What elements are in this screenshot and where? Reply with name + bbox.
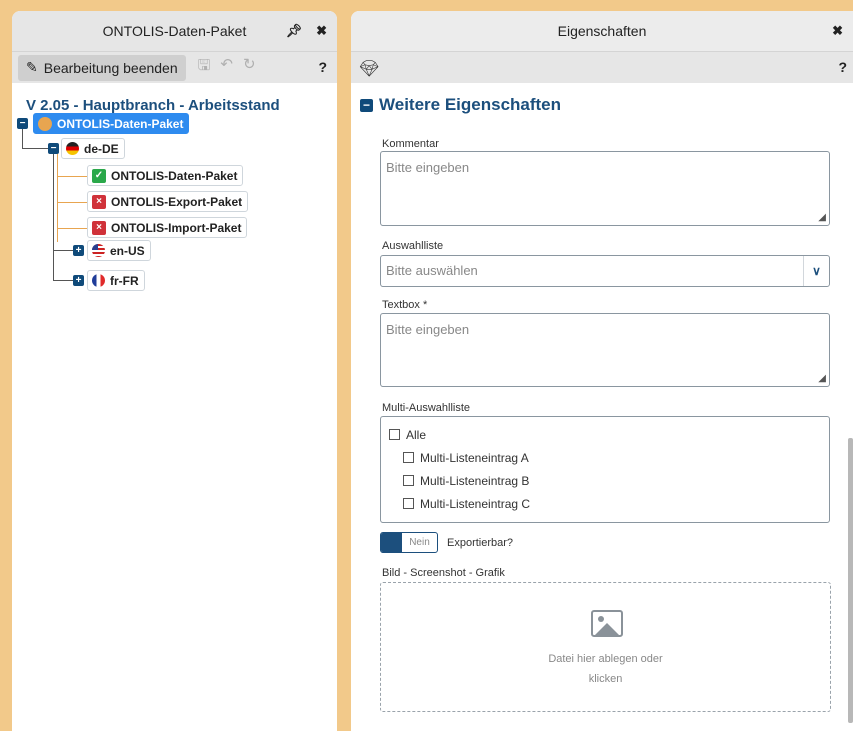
multi-option-c[interactable]: Multi-Listeneintrag C xyxy=(389,492,821,515)
resize-handle-icon[interactable]: ◢ xyxy=(818,373,826,384)
chevron-down-icon[interactable]: ∨ xyxy=(803,256,829,286)
checkbox[interactable] xyxy=(403,475,414,486)
properties-panel-header: Eigenschaften ✖ xyxy=(351,11,853,51)
exportable-toggle[interactable]: Nein xyxy=(380,532,438,553)
properties-panel: Eigenschaften ✖ 💎︎ ? − Weitere Eigenscha… xyxy=(351,11,853,731)
expand-fr-toggle[interactable]: + xyxy=(73,275,84,286)
multi-option-a[interactable]: Multi-Listeneintrag A xyxy=(389,446,821,469)
scrollbar[interactable] xyxy=(848,438,853,723)
tree-node-label: ONTOLIS-Daten-Paket xyxy=(111,168,238,183)
tree-node-label: ONTOLIS-Export-Paket xyxy=(111,194,243,209)
edit-icon: ✎ xyxy=(26,59,38,75)
package-panel-header: ONTOLIS-Daten-Paket 📌︎ ✖ xyxy=(12,11,337,51)
version-line: V 2.05 - Hauptbranch - Arbeitsstand xyxy=(26,97,280,114)
package-panel: ONTOLIS-Daten-Paket 📌︎ ✖ ✎ Bearbeitung b… xyxy=(12,11,337,731)
textbox-textarea[interactable]: Bitte eingeben ◢ xyxy=(380,313,830,387)
tree-node-import-paket[interactable]: × ONTOLIS-Import-Paket xyxy=(87,217,248,238)
multi-option-label: Alle xyxy=(406,427,427,442)
comment-placeholder: Bitte eingeben xyxy=(386,160,470,175)
undo-icon[interactable]: ↶ xyxy=(220,55,233,80)
save-icon[interactable]: 🖫︎ xyxy=(198,55,211,80)
multi-option-label: Multi-Listeneintrag B xyxy=(420,473,530,488)
tree-node-label: ONTOLIS-Import-Paket xyxy=(111,220,242,235)
pin-icon[interactable]: 📌︎ xyxy=(286,11,303,51)
tree-node-de[interactable]: de-DE xyxy=(61,138,125,159)
comment-textarea[interactable]: Bitte eingeben ◢ xyxy=(380,151,830,226)
comment-label: Kommentar xyxy=(382,138,439,150)
checkbox[interactable] xyxy=(403,498,414,509)
tree-node-us[interactable]: en-US xyxy=(87,240,151,261)
tree-node-daten-paket[interactable]: ✓ ONTOLIS-Daten-Paket xyxy=(87,165,244,186)
tree-node-fr[interactable]: fr-FR xyxy=(87,270,145,291)
end-editing-label: Bearbeitung beenden xyxy=(43,59,178,76)
resize-handle-icon[interactable]: ◢ xyxy=(818,212,826,223)
us-flag-icon xyxy=(92,244,105,257)
check-document-icon: ✓ xyxy=(92,168,106,183)
dropzone-text-1: Datei hier ablegen oder xyxy=(548,653,663,665)
german-flag-icon xyxy=(66,142,79,155)
french-flag-icon xyxy=(92,274,105,287)
checkbox[interactable] xyxy=(389,429,400,440)
expand-us-toggle[interactable]: + xyxy=(73,245,84,256)
help-button[interactable]: ? xyxy=(318,59,327,75)
checkbox[interactable] xyxy=(403,452,414,463)
diamond-icon[interactable]: 💎︎ xyxy=(359,59,379,79)
tree-node-us-label: en-US xyxy=(110,243,145,258)
tree-node-fr-label: fr-FR xyxy=(110,273,139,288)
multi-option-b[interactable]: Multi-Listeneintrag B xyxy=(389,469,821,492)
image-label: Bild - Screenshot - Grafik xyxy=(382,567,505,579)
dropzone-text-2: klicken xyxy=(588,673,623,685)
error-document-icon: × xyxy=(92,194,106,209)
tree-node-root[interactable]: ONTOLIS-Daten-Paket xyxy=(33,113,190,134)
package-toolbar: ✎ Bearbeitung beenden 🖫︎ ↶ ↻ ? xyxy=(12,51,337,83)
toggle-knob xyxy=(381,533,402,552)
collapse-de-toggle[interactable]: − xyxy=(48,143,59,154)
package-panel-title: ONTOLIS-Daten-Paket xyxy=(102,23,247,39)
section-header[interactable]: − Weitere Eigenschaften xyxy=(360,95,561,115)
select-dropdown[interactable]: Bitte auswählen ∨ xyxy=(380,255,830,287)
textbox-placeholder: Bitte eingeben xyxy=(386,322,470,337)
close-icon[interactable]: ✖ xyxy=(832,11,843,51)
multi-select-label: Multi-Auswahlliste xyxy=(382,402,471,414)
end-editing-button[interactable]: ✎ Bearbeitung beenden xyxy=(18,54,186,81)
toggle-value: Nein xyxy=(409,537,430,548)
multi-select-box: Alle Multi-Listeneintrag A Multi-Listene… xyxy=(380,416,830,523)
section-title: Weitere Eigenschaften xyxy=(379,95,562,114)
redo-icon[interactable]: ↻ xyxy=(243,55,256,80)
properties-panel-title: Eigenschaften xyxy=(557,23,647,39)
package-tree: − ONTOLIS-Daten-Paket − de-DE ✓ ONTOLIS-… xyxy=(12,113,337,374)
multi-option-label: Multi-Listeneintrag A xyxy=(420,450,529,465)
tree-node-export-paket[interactable]: × ONTOLIS-Export-Paket xyxy=(87,191,249,212)
help-button[interactable]: ? xyxy=(838,59,847,75)
close-icon[interactable]: ✖ xyxy=(316,11,327,51)
select-placeholder: Bitte auswählen xyxy=(386,263,478,278)
multi-option-all[interactable]: Alle xyxy=(389,423,821,446)
error-document-icon: × xyxy=(92,220,106,235)
image-icon xyxy=(591,610,623,637)
multi-option-label: Multi-Listeneintrag C xyxy=(420,496,531,511)
image-dropzone[interactable]: Datei hier ablegen oder klicken xyxy=(380,582,831,712)
collapse-section-icon[interactable]: − xyxy=(360,98,373,112)
package-icon xyxy=(38,116,52,131)
collapse-root-toggle[interactable]: − xyxy=(17,118,28,129)
exportable-label: Exportierbar? xyxy=(447,537,514,549)
tree-node-root-label: ONTOLIS-Daten-Paket xyxy=(57,116,184,131)
tree-node-de-label: de-DE xyxy=(84,141,119,156)
properties-toolbar: 💎︎ ? xyxy=(351,51,853,83)
textbox-label: Textbox * xyxy=(382,299,428,311)
select-label: Auswahlliste xyxy=(382,240,444,252)
